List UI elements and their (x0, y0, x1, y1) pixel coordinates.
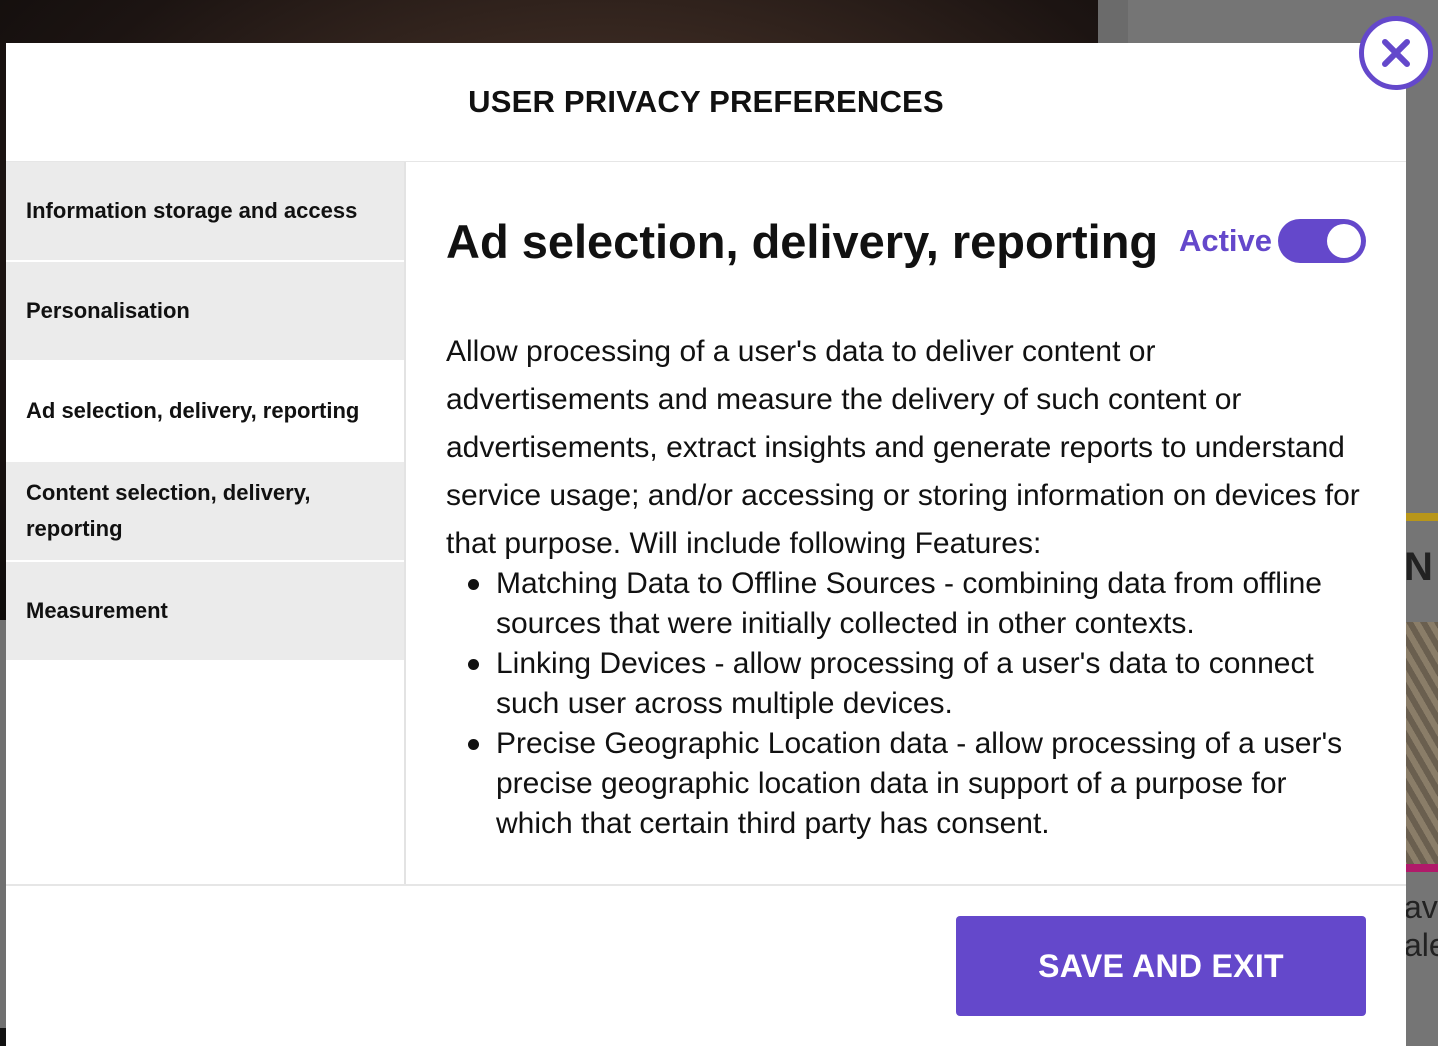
close-icon (1382, 39, 1410, 67)
sidebar-item-label: Information storage and access (26, 198, 358, 223)
background-side-text-line: ale (1404, 927, 1438, 963)
modal-body: Information storage and access Personali… (6, 162, 1406, 884)
privacy-preferences-modal: USER PRIVACY PREFERENCES Information sto… (6, 43, 1406, 1046)
sidebar-item-label: Content selection, delivery, reporting (26, 480, 311, 541)
close-button[interactable] (1359, 16, 1433, 90)
active-toggle-switch[interactable] (1278, 219, 1366, 263)
list-item: Linking Devices - allow processing of a … (468, 644, 1366, 724)
purpose-description: Allow processing of a user's data to del… (446, 335, 1360, 560)
bullet-icon (468, 579, 479, 590)
sidebar-item-measurement[interactable]: Measurement (6, 562, 404, 662)
background-side-text-line: av (1404, 889, 1438, 925)
purpose-sidebar: Information storage and access Personali… (6, 162, 406, 884)
sidebar-item-personalisation[interactable]: Personalisation (6, 262, 404, 362)
save-and-exit-button[interactable]: SAVE AND EXIT (956, 916, 1366, 1016)
list-item: Precise Geographic Location data - allow… (468, 724, 1366, 844)
background-accent-stripe (1405, 513, 1438, 521)
background-side-text: av ale (1404, 888, 1438, 964)
bullet-icon (468, 739, 479, 750)
modal-footer: SAVE AND EXIT (6, 884, 1406, 1046)
background-side-title: N (1404, 545, 1433, 589)
sidebar-item-label: Measurement (26, 598, 168, 623)
purpose-title: Ad selection, delivery, reporting (446, 214, 1159, 268)
list-item: Matching Data to Offline Sources - combi… (468, 564, 1366, 644)
feature-text: Matching Data to Offline Sources - combi… (496, 567, 1322, 640)
toggle-label: Active (1178, 223, 1272, 258)
sidebar-item-content-selection[interactable]: Content selection, delivery, reporting (6, 462, 404, 562)
toggle-knob (1327, 224, 1361, 258)
modal-title: USER PRIVACY PREFERENCES (468, 84, 944, 119)
purpose-detail-panel[interactable]: Ad selection, delivery, reporting Active… (406, 162, 1406, 884)
background-pink-stripe (1405, 864, 1438, 872)
sidebar-item-label: Ad selection, delivery, reporting (26, 398, 360, 423)
bullet-icon (468, 659, 479, 670)
sidebar-item-label: Personalisation (26, 298, 190, 323)
sidebar-item-ad-selection[interactable]: Ad selection, delivery, reporting (6, 362, 404, 462)
feature-text: Precise Geographic Location data - allow… (496, 727, 1343, 840)
purpose-header: Ad selection, delivery, reporting Active (446, 212, 1366, 270)
background-side-image (1405, 622, 1438, 872)
sidebar-item-information-storage[interactable]: Information storage and access (6, 162, 404, 262)
active-toggle-group: Active (1179, 219, 1366, 263)
feature-text: Linking Devices - allow processing of a … (496, 647, 1314, 720)
feature-list: Matching Data to Offline Sources - combi… (446, 564, 1366, 844)
modal-header: USER PRIVACY PREFERENCES (6, 43, 1406, 162)
